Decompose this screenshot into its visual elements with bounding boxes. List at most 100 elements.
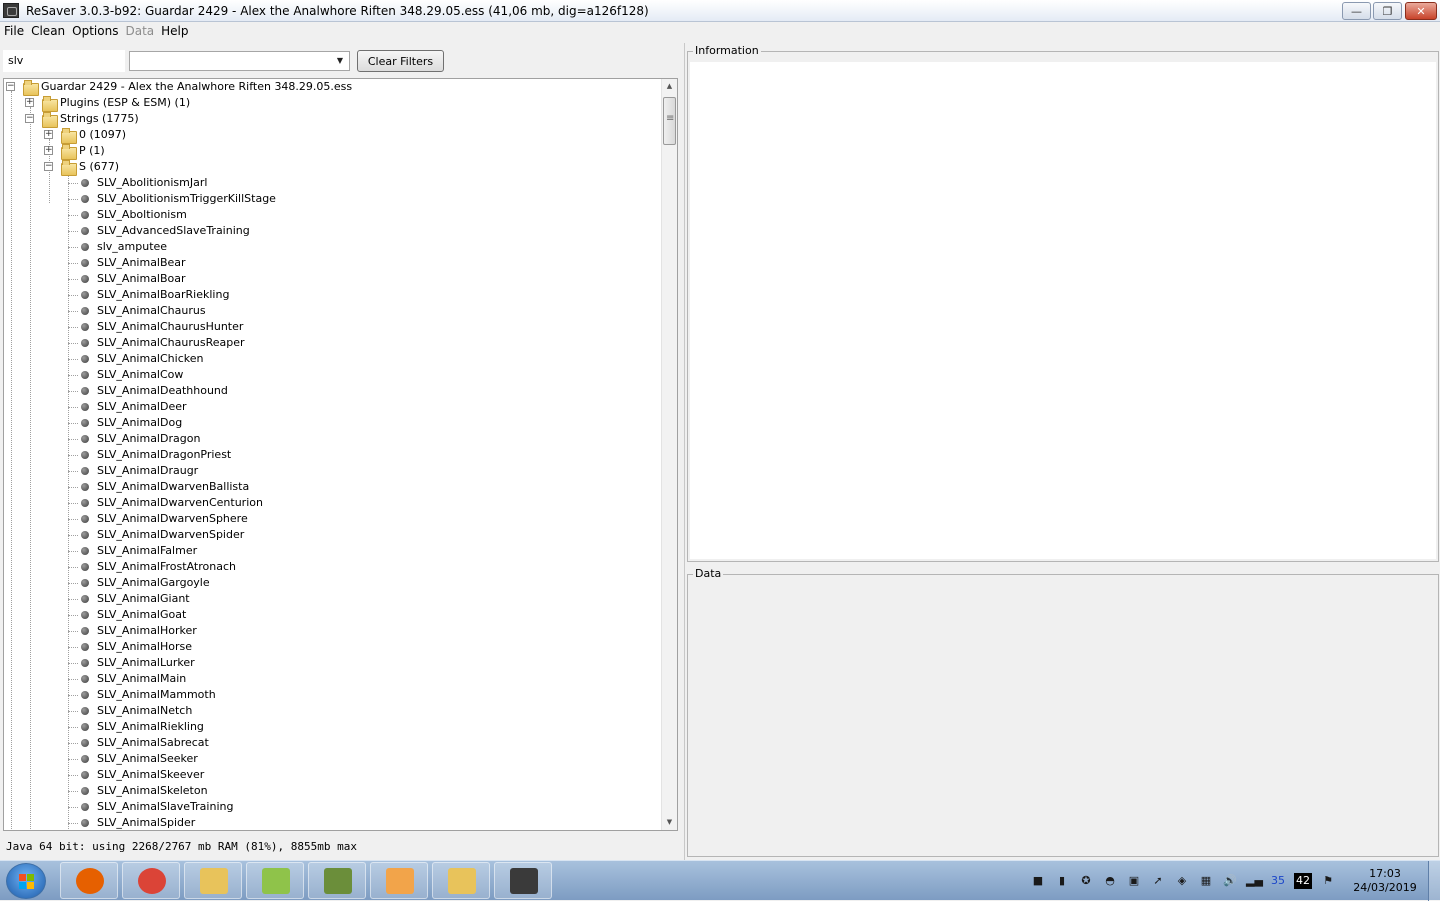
shield-icon[interactable]: ◈ [1174, 873, 1190, 889]
data-title: Data [693, 567, 724, 580]
green-app-icon[interactable]: ▮ [1054, 873, 1070, 889]
collapse-icon[interactable]: − [6, 82, 15, 91]
folder-icon [61, 144, 77, 160]
scroll-down-icon[interactable]: ▼ [662, 815, 677, 830]
taskbar-button[interactable] [432, 862, 490, 899]
minimize-button[interactable]: — [1342, 2, 1371, 20]
clock[interactable]: 17:03 24/03/2019 [1350, 867, 1420, 895]
bullet-icon [81, 771, 89, 779]
taskbar-button[interactable] [308, 862, 366, 899]
tree-guide [68, 503, 78, 504]
chevron-down-icon[interactable]: ▼ [334, 56, 346, 66]
maximize-button[interactable]: ❐ [1373, 2, 1402, 20]
menu-options[interactable]: Options [72, 23, 123, 41]
explorer-icon [200, 868, 228, 894]
tree-leaf-label: SLV_AnimalMain [97, 672, 187, 685]
bullet-icon [81, 195, 89, 203]
menu-help[interactable]: Help [161, 23, 193, 41]
bullet-icon [81, 323, 89, 331]
bullet-icon [81, 243, 89, 251]
network-icon[interactable]: ▦ [1198, 873, 1214, 889]
filter-combo[interactable]: ▼ [129, 51, 350, 71]
system-tray: ■ ▮ ✪ ◓ ▣ ➚ ◈ ▦ 🔊 ▂▄ 35 42 ⚑ [1030, 869, 1336, 893]
windows-icon [19, 874, 35, 890]
taskbar-button[interactable] [494, 862, 552, 899]
save-tree[interactable]: − Guardar 2429 - Alex the Analwhore Rift… [3, 78, 678, 831]
expand-icon[interactable]: + [25, 98, 34, 107]
bullet-icon [81, 451, 89, 459]
monitor-icon[interactable]: ▣ [1126, 873, 1142, 889]
minecraft-icon [324, 868, 352, 894]
tree-guide [68, 487, 78, 488]
avast-icon[interactable]: ✪ [1078, 873, 1094, 889]
tree-leaf-label: SLV_AnimalNetch [97, 704, 193, 717]
tree-guide [68, 423, 78, 424]
right-panel: Information Data [684, 43, 1440, 860]
pointer-icon[interactable]: ➚ [1150, 873, 1166, 889]
flag-icon[interactable]: ⚑ [1320, 873, 1336, 889]
collapse-icon[interactable]: − [25, 114, 34, 123]
tree-leaf-label: SLV_AnimalHorse [97, 640, 193, 653]
tree-guide [68, 599, 78, 600]
menu-file[interactable]: File [4, 23, 29, 41]
taskbar-button[interactable] [60, 862, 118, 899]
tree-leaf-label: SLV_Aboltionism [97, 208, 187, 221]
bullet-icon [81, 547, 89, 555]
collapse-icon[interactable]: − [44, 162, 53, 171]
tree-guide [68, 391, 78, 392]
tree-guide [68, 375, 78, 376]
information-content[interactable] [690, 62, 1436, 559]
temp2-icon[interactable]: 42 [1294, 873, 1312, 889]
bullet-icon [81, 627, 89, 635]
tree-guide [68, 215, 78, 216]
clear-filters-button[interactable]: Clear Filters [357, 50, 444, 72]
tree-leaf-label: SLV_AnimalDragonPriest [97, 448, 232, 461]
menu-clean[interactable]: Clean [31, 23, 70, 41]
tree-guide [68, 695, 78, 696]
menu-data[interactable]: Data [125, 23, 159, 41]
tree-guide [68, 631, 78, 632]
tree-leaf-label: SLV_AnimalRiekling [97, 720, 204, 733]
expand-icon[interactable]: + [44, 130, 53, 139]
bullet-icon [81, 515, 89, 523]
tree-node-label: Strings (1775) [60, 112, 139, 125]
tray-app-icon[interactable]: ◓ [1102, 873, 1118, 889]
close-button[interactable]: ✕ [1405, 2, 1437, 20]
tree-leaf-label: SLV_AnimalMammoth [97, 688, 216, 701]
tree-leaf-label: SLV_AnimalSabrecat [97, 736, 209, 749]
temp-icon[interactable]: 35 [1270, 873, 1286, 889]
resaver-icon [510, 868, 538, 894]
taskbar-button[interactable] [370, 862, 428, 899]
nvidia-icon[interactable]: ■ [1030, 873, 1046, 889]
tree-root-label: Guardar 2429 - Alex the Analwhore Riften… [41, 80, 353, 93]
taskbar-button[interactable] [122, 862, 180, 899]
explorer-icon [448, 868, 476, 894]
tree-guide [68, 535, 78, 536]
taskbar-button[interactable] [246, 862, 304, 899]
bullet-icon [81, 787, 89, 795]
bullet-icon [81, 723, 89, 731]
tree-scrollbar[interactable]: ▲ ▼ [661, 79, 677, 830]
bullet-icon [81, 707, 89, 715]
show-desktop-button[interactable] [1428, 861, 1440, 901]
expand-icon[interactable]: + [44, 146, 53, 155]
bullet-icon [81, 227, 89, 235]
bullet-icon [81, 483, 89, 491]
taskbar-button[interactable] [184, 862, 242, 899]
tree-node-label: Plugins (ESP & ESM) (1) [60, 96, 191, 109]
volume-icon[interactable]: 🔊 [1222, 873, 1238, 889]
bullet-icon [81, 339, 89, 347]
tree-guide [30, 107, 31, 830]
tree-guide [68, 455, 78, 456]
filter-input[interactable]: slv [3, 50, 125, 72]
tree-guide [68, 727, 78, 728]
tree-leaf-label: SLV_AnimalDeer [97, 400, 187, 413]
bullet-icon [81, 307, 89, 315]
scrollbar-thumb[interactable] [663, 97, 676, 145]
start-button[interactable] [6, 863, 46, 899]
tree-leaf-label: SLV_AnimalLurker [97, 656, 195, 669]
scroll-up-icon[interactable]: ▲ [662, 79, 677, 94]
signal-icon[interactable]: ▂▄ [1246, 873, 1263, 889]
title-bar[interactable]: ReSaver 3.0.3-b92: Guardar 2429 - Alex t… [0, 0, 1440, 22]
chrome-icon [138, 868, 166, 894]
